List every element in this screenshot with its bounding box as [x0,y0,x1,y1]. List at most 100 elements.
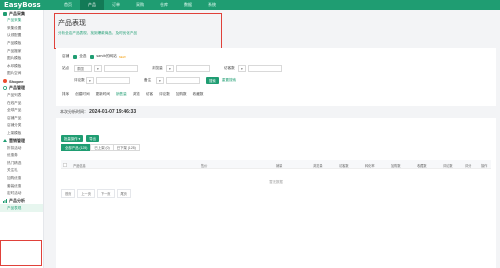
views-op-select[interactable]: ▾ [166,65,174,72]
sidebar-section-shopee[interactable]: Shopee [0,78,43,85]
sidebar-item-global-products[interactable]: 全球产品 [0,107,43,115]
sort-option-visitors[interactable]: 访客 [146,92,153,97]
pager-next[interactable]: 下一页 [96,189,115,198]
table-header: 产品信息 售价 销量 浏览量 访客数 转化率 加购数 收藏数 评论数 评分 操作 [61,160,491,169]
new-badge: NEW [118,54,126,59]
column-addcart[interactable]: 加购数 [391,163,401,168]
sidebar-section-label: Shopee [9,78,24,84]
topnav-home[interactable]: 首页 [56,0,80,10]
sidebar-highlight-box [0,240,42,266]
sort-option-reviews[interactable]: 评论数 [159,92,170,97]
column-views[interactable]: 浏览量 [313,163,323,168]
sidebar-item-shop-categories[interactable]: 店铺分类 [0,122,43,130]
site-label: sarvib的网站 [96,54,117,58]
site-op-select[interactable]: ▾ [94,65,102,72]
tab-all[interactable]: 全部产品 (125) [61,144,92,151]
column-conversion[interactable]: 转化率 [365,163,375,168]
reviews-op-select[interactable]: ▾ [86,77,94,84]
sidebar-item-follow-gift[interactable]: 关注礼 [0,167,43,175]
filter-site-label: 站点 [62,66,70,70]
filter-visitors-label: 访客数 [224,66,235,70]
tab-listed[interactable]: 已上架 (0) [90,144,114,151]
filter-reviews-label: 评论数 [74,78,85,82]
column-visitors[interactable]: 访客数 [339,163,349,168]
export-button[interactable]: 导出 [86,135,99,142]
sidebar-item-collect-settings[interactable]: 采集设置 [0,25,43,33]
site-checkbox[interactable] [90,54,95,59]
site-value-input[interactable] [104,65,138,72]
sort-option-views[interactable]: 浏览 [133,92,140,97]
topnav-orders[interactable]: 订单 [104,0,128,10]
sidebar-section-marketing[interactable]: 营销管理 [0,137,43,144]
topnav-system[interactable]: 系统 [200,0,224,10]
topnav-products[interactable]: 产品 [80,0,104,10]
bulk-action-button[interactable]: 批量操作 ▾ [61,135,84,142]
visitors-input[interactable] [248,65,282,72]
top-navbar: EasyBoss 首页 产品 订单 采购 仓库 数据 系统 [0,0,500,10]
main-content: 产品表现 分析全店产品表现，找到爆款商品，及时优化产品 店铺 全选 sarvib… [46,10,500,268]
sort-option-addcart[interactable]: 加购数 [176,92,187,97]
sort-option-favorites[interactable]: 收藏数 [193,92,204,97]
sidebar-item-product-list[interactable]: 产品列表 [0,92,43,100]
remark-op-select[interactable]: ▾ [156,77,164,84]
pager-prev[interactable]: 上一页 [77,189,95,198]
sidebar-item-online-products[interactable]: 在线产品 [0,99,43,107]
filter-remark-label: 备注 [144,78,152,82]
search-button[interactable]: 搜索 [206,77,219,84]
pager-first[interactable]: 首页 [61,189,76,198]
sidebar: 产品采集 产品采集 采集设置 认领配置 产品模板 产品搬家 图片模板 水印模板 … [0,10,44,268]
select-all-row-checkbox[interactable] [63,163,67,168]
sidebar-item-claim-config[interactable]: 认领配置 [0,32,43,40]
top-nav: 首页 产品 订单 采购 仓库 数据 系统 [56,0,224,10]
reset-search-link[interactable]: 重置搜索 [222,78,236,83]
sidebar-section-product-management[interactable]: 产品管理 [0,85,43,92]
sidebar-item-discount[interactable]: 折扣活动 [0,144,43,152]
reviews-input[interactable] [96,77,130,84]
sidebar-item-listing-template[interactable]: 上架模板 [0,130,43,138]
sidebar-item-scheduled[interactable]: 定时活动 [0,190,43,198]
site-select[interactable]: 泰国 [74,65,92,72]
sidebar-item-image-space[interactable]: 图片空间 [0,70,43,78]
column-product-info: 产品信息 [73,164,86,168]
app-logo[interactable]: EasyBoss [0,1,56,9]
sort-option-created[interactable]: 创建时间 [75,92,89,97]
sidebar-item-bundle-deal[interactable]: 套装优惠 [0,182,43,190]
sidebar-item-coupon[interactable]: 优惠券 [0,152,43,160]
sort-label: 排序 [62,92,70,96]
column-rating[interactable]: 评分 [465,163,471,168]
chart-icon [3,198,7,203]
column-price[interactable]: 售价 [201,163,207,168]
sidebar-item-product-performance[interactable]: 产品表现 [0,204,43,213]
sidebar-item-product-template[interactable]: 产品模板 [0,40,43,48]
sidebar-item-watermark-template[interactable]: 水印模板 [0,63,43,71]
gear-icon [2,86,8,91]
shopee-icon [3,79,7,84]
remark-input[interactable] [166,77,200,84]
sort-option-sales[interactable]: 销售量 [116,92,127,97]
sidebar-section-analysis[interactable]: 产品分析 [0,197,43,204]
sidebar-item-collect[interactable]: 产品采集 [0,17,43,25]
column-reviews[interactable]: 评论数 [443,163,453,168]
views-input[interactable] [176,65,210,72]
column-sales[interactable]: 销量 [276,163,282,168]
sidebar-item-addon-deal[interactable]: 加购优惠 [0,175,43,183]
column-favorites[interactable]: 收藏数 [417,163,427,168]
analysis-time-label: 本次分析时间： [60,109,88,114]
topnav-purchase[interactable]: 采购 [128,0,152,10]
sidebar-item-image-template[interactable]: 图片模板 [0,55,43,63]
marketing-icon [3,138,7,143]
tab-unlisted[interactable]: 已下架 (125) [112,144,140,151]
sidebar-section-collect[interactable]: 产品采集 [0,10,43,17]
sidebar-item-shop-products[interactable]: 店铺产品 [0,115,43,123]
select-all-checkbox[interactable] [73,54,78,59]
topnav-data[interactable]: 数据 [176,0,200,10]
analysis-time: 本次分析时间： 2024-01-07 19:46:33 [60,109,136,115]
sidebar-item-product-move[interactable]: 产品搬家 [0,47,43,55]
sidebar-item-hot-picks[interactable]: 热门精选 [0,160,43,168]
visitors-op-select[interactable]: ▾ [238,65,246,72]
topnav-warehouse[interactable]: 仓库 [152,0,176,10]
sort-option-updated[interactable]: 更新时间 [96,92,110,97]
shop-label: 店铺 [62,54,70,58]
pager-last[interactable]: 尾页 [116,189,131,198]
sidebar-section-label: 产品管理 [9,85,25,91]
